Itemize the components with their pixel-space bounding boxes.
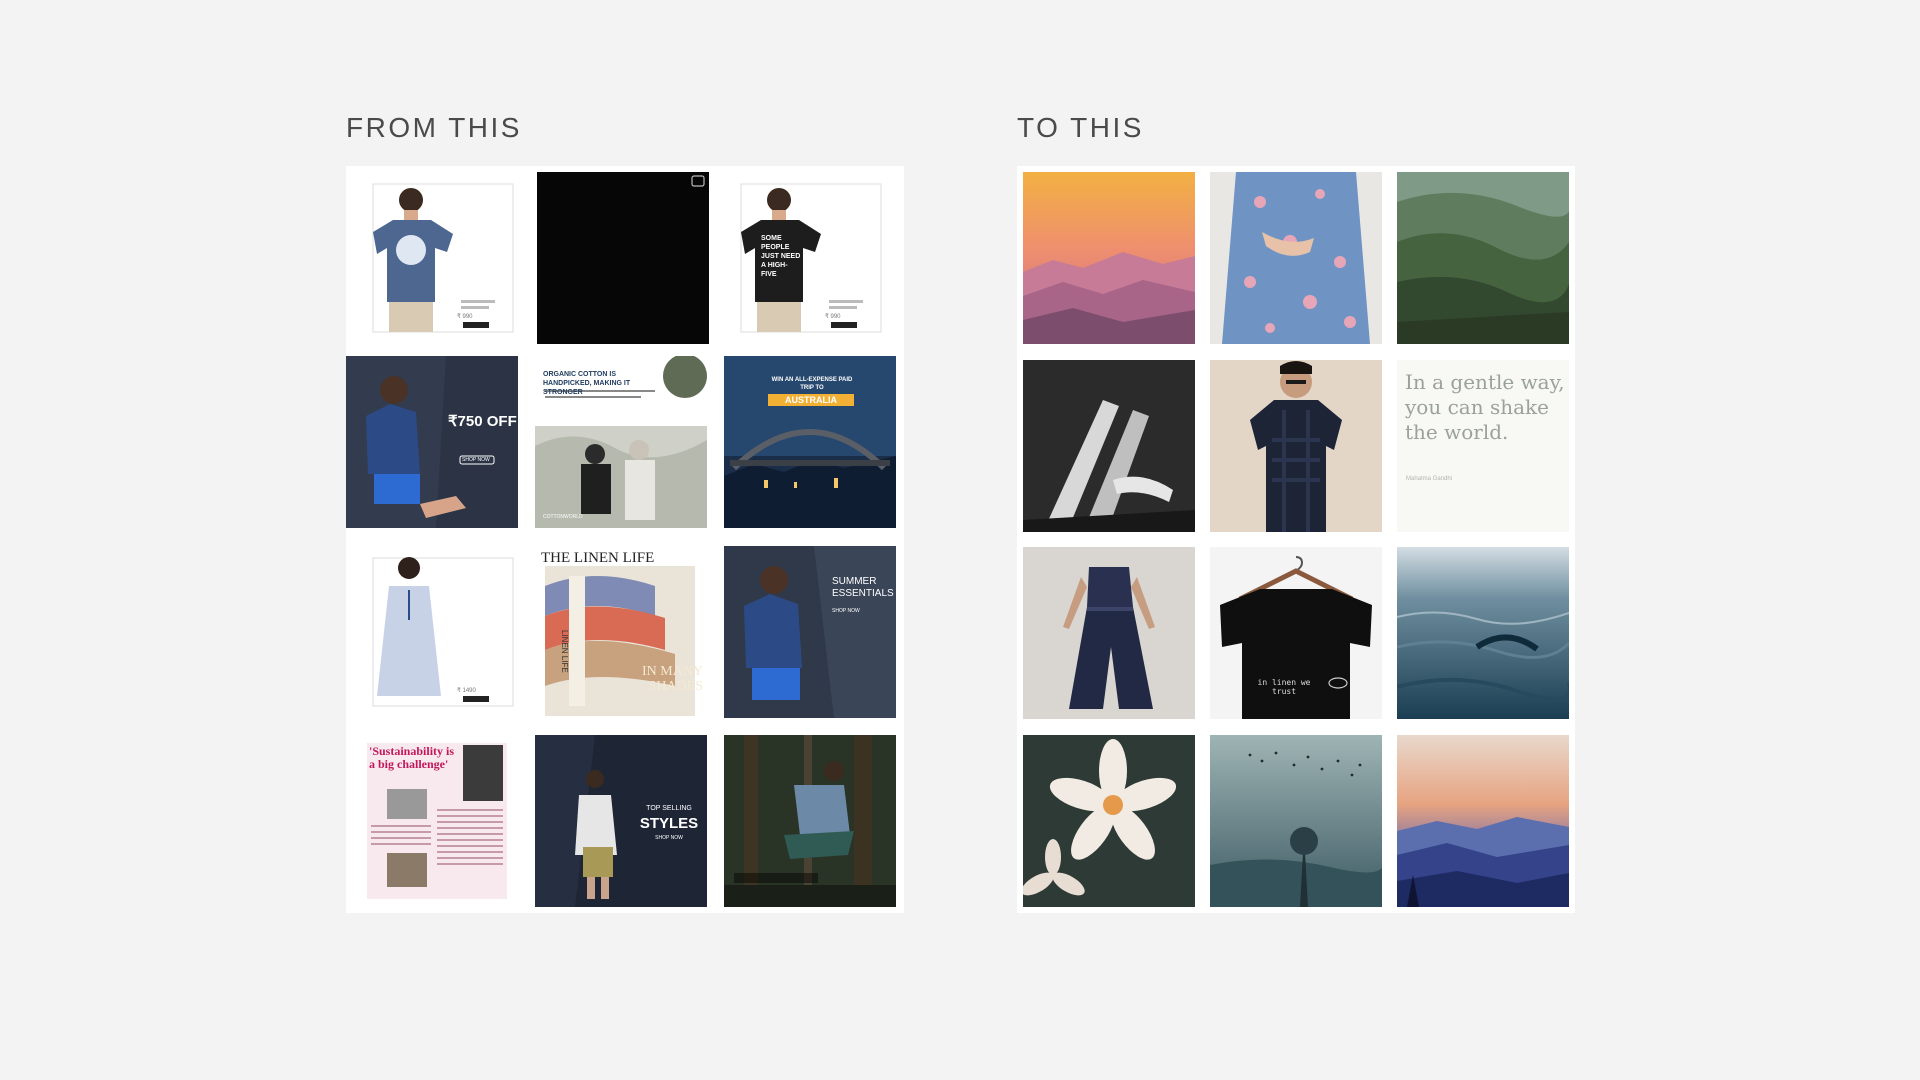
after-tile-jumpsuit — [1023, 547, 1195, 719]
tee-2-print: SOME PEOPLE JUST NEED A HIGH-FIVE — [761, 235, 801, 278]
after-tile-floral-dress — [1210, 172, 1382, 344]
organic-ad-title: ORGANIC COTTON IS HANDPICKED, MAKING IT … — [543, 371, 631, 396]
styles-ad-line2: STYLES — [639, 815, 699, 832]
before-tile-black — [537, 172, 709, 344]
before-tile-summer-ad: SUMMER ESSENTIALS SHOP NOW — [724, 546, 896, 718]
press-headline: 'Sustainability is a big challenge' — [369, 744, 455, 771]
before-tile-dress: ₹ 1490 — [353, 546, 525, 718]
styles-ad-line1: TOP SELLING — [646, 805, 692, 812]
checks-ad-amount: ₹750 OFF — [448, 413, 517, 430]
australia-ad-line2: AUSTRALIA — [785, 395, 837, 405]
quote-author: Mahatma Gandhi — [1406, 476, 1453, 482]
before-tile-tee-black: SOME PEOPLE JUST NEED A HIGH-FIVE ₹ 990 — [721, 172, 893, 344]
after-tile-quote: In a gentle way, you can shake the world… — [1397, 360, 1569, 532]
linen-ad-tag: LINEN LIFE — [560, 630, 569, 673]
after-feed-grid: In a gentle way, you can shake the world… — [1017, 166, 1575, 913]
styles-ad-cta: SHOP NOW — [655, 835, 683, 841]
after-tile-hanger-tee: in linen we trust — [1210, 547, 1382, 719]
after-tile-frangipani — [1023, 735, 1195, 907]
checks-ad-cta: SHOP NOW — [462, 457, 490, 463]
australia-ad-line1: WIN AN ALL-EXPENSE PAID TRIP TO — [771, 377, 853, 391]
tee-1-price: ₹ 990 — [457, 314, 473, 320]
after-heading: TO THIS — [1017, 112, 1144, 143]
summer-ad-cta: SHOP NOW — [832, 608, 860, 614]
dress-price: ₹ 1490 — [457, 688, 476, 694]
after-tile-sunset-mountains — [1023, 172, 1195, 344]
linen-ad-subtitle: IN MANY SHADES — [641, 664, 703, 694]
after-tile-foggy-birds — [1210, 735, 1382, 907]
after-tile-bw-embrace — [1023, 360, 1195, 532]
hanger-tee-print: in linen we trust — [1257, 678, 1311, 696]
before-tile-linen-ad: THE LINEN LIFE LINEN LIFE IN MANY SHADES — [535, 546, 707, 718]
tee-2-price: ₹ 990 — [825, 314, 841, 320]
before-tile-australia-ad: WIN AN ALL-EXPENSE PAID TRIP TO AUSTRALI… — [724, 356, 896, 528]
summer-ad-title: SUMMER ESSENTIALS — [832, 576, 894, 599]
after-tile-blue-mountains — [1397, 735, 1569, 907]
before-tile-forest — [724, 735, 896, 907]
after-tile-man-polo — [1210, 360, 1382, 532]
quote-text: In a gentle way, you can shake the world… — [1405, 370, 1565, 444]
before-tile-organic-ad: ORGANIC COTTON IS HANDPICKED, MAKING IT … — [535, 356, 707, 528]
after-tile-green-hills — [1397, 172, 1569, 344]
before-feed-grid: ₹ 990 SOME PEOPLE JUST NEED A HIGH-FIVE … — [346, 166, 904, 913]
before-tile-checks-ad: ₹750 OFF SHOP NOW — [346, 356, 518, 528]
after-tile-ocean — [1397, 547, 1569, 719]
before-tile-styles-ad: TOP SELLING STYLES SHOP NOW — [535, 735, 707, 907]
before-tile-press: 'Sustainability is a big challenge' — [353, 735, 525, 913]
organic-ad-brand: COTTONWORLD — [543, 514, 583, 520]
before-heading: FROM THIS — [346, 112, 522, 143]
before-tile-tee-blue: ₹ 990 — [353, 172, 525, 344]
linen-ad-title: THE LINEN LIFE — [541, 550, 655, 566]
